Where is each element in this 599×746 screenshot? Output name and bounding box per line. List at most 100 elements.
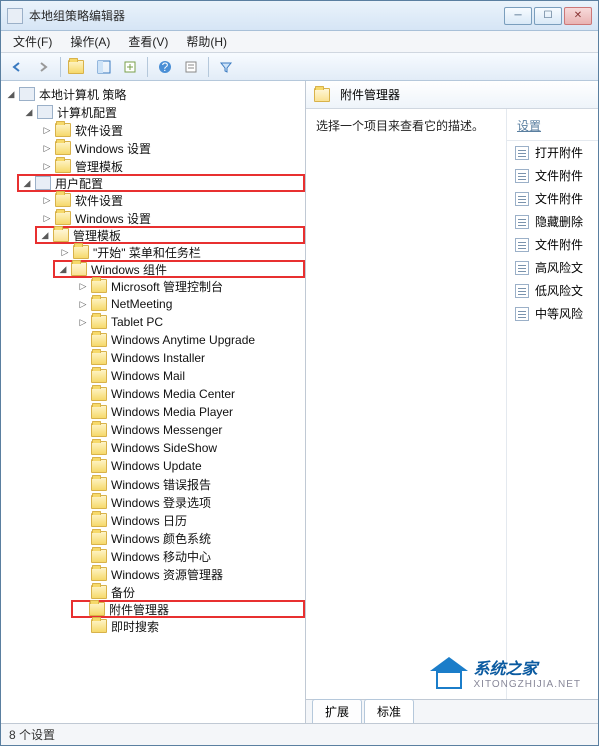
tree-admin-templates[interactable]: ◢管理模板 — [35, 226, 305, 244]
tree-item[interactable]: 即时搜索 — [73, 617, 305, 635]
setting-item[interactable]: 中等风险 — [507, 302, 598, 325]
help-button[interactable]: ? — [153, 56, 177, 78]
expand-icon — [77, 352, 89, 364]
setting-label: 高风险文 — [535, 259, 583, 276]
menu-help[interactable]: 帮助(H) — [178, 31, 235, 52]
setting-label: 中等风险 — [535, 305, 583, 322]
status-text: 8 个设置 — [9, 726, 55, 743]
tree-item[interactable]: Windows Anytime Upgrade — [73, 331, 305, 349]
tree-item[interactable]: Windows Messenger — [73, 421, 305, 439]
statusbar: 8 个设置 — [1, 723, 598, 745]
folder-icon — [89, 602, 105, 616]
tree-item[interactable]: Windows 登录选项 — [73, 493, 305, 511]
minimize-button[interactable]: ─ — [504, 7, 532, 25]
tree-root[interactable]: ◢本地计算机 策略 — [1, 85, 305, 103]
settings-header[interactable]: 设置 — [507, 109, 598, 141]
tree-item[interactable]: ▷软件设置 — [37, 121, 305, 139]
tree-item[interactable]: Windows Media Center — [73, 385, 305, 403]
folder-icon — [55, 193, 71, 207]
setting-icon — [515, 146, 529, 160]
back-button[interactable] — [5, 56, 29, 78]
maximize-button[interactable]: ☐ — [534, 7, 562, 25]
folder-icon — [91, 513, 107, 527]
tree-item[interactable]: Windows 错误报告 — [73, 475, 305, 493]
expand-icon: ▷ — [77, 298, 89, 310]
expand-icon — [77, 424, 89, 436]
setting-label: 文件附件 — [535, 167, 583, 184]
tree-item[interactable]: 备份 — [73, 583, 305, 601]
properties-button[interactable] — [179, 56, 203, 78]
setting-item[interactable]: 文件附件 — [507, 233, 598, 256]
folder-icon — [55, 141, 71, 155]
toolbar-separator — [208, 57, 209, 77]
tree-item[interactable]: ▷管理模板 — [37, 157, 305, 175]
expand-icon — [77, 334, 89, 346]
folder-icon — [91, 619, 107, 633]
folder-icon — [91, 585, 107, 599]
tree-item[interactable]: ▷Tablet PC — [73, 313, 305, 331]
settings-column: 设置 打开附件文件附件文件附件隐藏删除文件附件高风险文低风险文中等风险 — [506, 109, 598, 699]
setting-item[interactable]: 文件附件 — [507, 187, 598, 210]
setting-item[interactable]: 低风险文 — [507, 279, 598, 302]
setting-item[interactable]: 高风险文 — [507, 256, 598, 279]
tree-item[interactable]: ▷"开始" 菜单和任务栏 — [55, 243, 305, 261]
tree-item[interactable]: Windows 日历 — [73, 511, 305, 529]
forward-button[interactable] — [31, 56, 55, 78]
tree-item[interactable]: Windows Update — [73, 457, 305, 475]
setting-item[interactable]: 文件附件 — [507, 164, 598, 187]
tree-item[interactable]: 附件管理器 — [71, 600, 305, 618]
tree-item[interactable]: ▷Windows 设置 — [37, 209, 305, 227]
menu-action[interactable]: 操作(A) — [62, 31, 118, 52]
folder-up-icon — [68, 60, 84, 74]
folder-icon — [91, 387, 107, 401]
folder-icon — [91, 459, 107, 473]
folder-open-icon — [314, 88, 330, 102]
tree-user-config[interactable]: ◢用户配置 — [17, 174, 305, 192]
tree-item[interactable]: Windows SideShow — [73, 439, 305, 457]
tree-windows-components[interactable]: ◢Windows 组件 — [53, 260, 305, 278]
show-tree-button[interactable] — [92, 56, 116, 78]
titlebar: 本地组策略编辑器 ─ ☐ ✕ — [1, 1, 598, 31]
setting-icon — [515, 284, 529, 298]
tree-item[interactable]: Windows Mail — [73, 367, 305, 385]
tree-item[interactable]: ▷NetMeeting — [73, 295, 305, 313]
folder-icon — [91, 549, 107, 563]
expand-icon — [77, 550, 89, 562]
toolbar-separator — [60, 57, 61, 77]
collapse-icon: ◢ — [5, 88, 17, 100]
tree-item[interactable]: ▷Microsoft 管理控制台 — [73, 277, 305, 295]
setting-item[interactable]: 隐藏删除 — [507, 210, 598, 233]
expand-icon — [77, 496, 89, 508]
tree-item[interactable]: ▷Windows 设置 — [37, 139, 305, 157]
tree-item[interactable]: Windows 资源管理器 — [73, 565, 305, 583]
setting-label: 文件附件 — [535, 190, 583, 207]
export-button[interactable] — [118, 56, 142, 78]
menu-view[interactable]: 查看(V) — [120, 31, 176, 52]
tree-item[interactable]: ▷软件设置 — [37, 191, 305, 209]
menubar: 文件(F) 操作(A) 查看(V) 帮助(H) — [1, 31, 598, 53]
expand-icon — [77, 532, 89, 544]
folder-icon — [91, 279, 107, 293]
tree-computer-config[interactable]: ◢计算机配置 — [19, 103, 305, 121]
folder-icon — [91, 297, 107, 311]
window-controls: ─ ☐ ✕ — [504, 7, 592, 25]
up-button[interactable] — [66, 56, 90, 78]
filter-button[interactable] — [214, 56, 238, 78]
description-column: 选择一个项目来查看它的描述。 — [306, 109, 506, 699]
tree-item[interactable]: Windows 颜色系统 — [73, 529, 305, 547]
tab-standard[interactable]: 标准 — [364, 699, 414, 723]
tree-item[interactable]: Windows Installer — [73, 349, 305, 367]
expand-icon: ▷ — [77, 280, 89, 292]
tree-item[interactable]: Windows 移动中心 — [73, 547, 305, 565]
svg-text:?: ? — [162, 60, 169, 74]
setting-item[interactable]: 打开附件 — [507, 141, 598, 164]
close-button[interactable]: ✕ — [564, 7, 592, 25]
expand-icon: ▷ — [41, 212, 53, 224]
tree-item[interactable]: Windows Media Player — [73, 403, 305, 421]
view-tabs: 扩展 标准 — [306, 699, 598, 723]
tab-extended[interactable]: 扩展 — [312, 699, 362, 723]
menu-file[interactable]: 文件(F) — [5, 31, 60, 52]
tree-pane[interactable]: ◢本地计算机 策略 ◢计算机配置 ▷软件设置▷Windows 设置▷管理模板 ◢… — [1, 81, 306, 723]
folder-icon — [91, 333, 107, 347]
settings-list: 打开附件文件附件文件附件隐藏删除文件附件高风险文低风险文中等风险 — [507, 141, 598, 699]
